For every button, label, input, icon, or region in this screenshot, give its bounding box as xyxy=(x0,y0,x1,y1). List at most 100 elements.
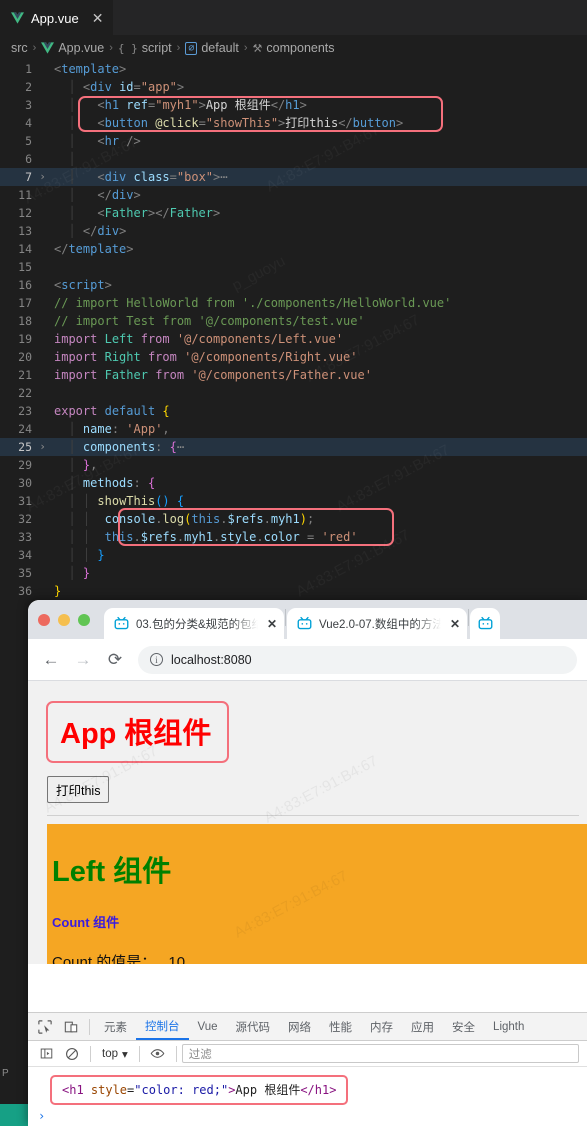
site-info-icon[interactable]: i xyxy=(150,653,163,666)
breadcrumb-item-appvue[interactable]: App.vue xyxy=(41,41,104,55)
code-line[interactable]: 13 │ </div> xyxy=(0,222,587,240)
editor-tab-app-vue[interactable]: App.vue ✕ xyxy=(0,0,114,35)
breadcrumb-label: default xyxy=(201,41,239,55)
breadcrumb-item-default[interactable]: ∅ default xyxy=(185,41,239,55)
close-icon[interactable]: ✕ xyxy=(450,617,460,631)
code-line[interactable]: 34 │ │ } xyxy=(0,546,587,564)
code-line[interactable]: 23 export default { xyxy=(0,402,587,420)
inspect-element-icon[interactable] xyxy=(32,1014,58,1040)
code-line[interactable]: 19 import Left from '@/components/Left.vu… xyxy=(0,330,587,348)
code-line[interactable]: 16 <script> xyxy=(0,276,587,294)
line-number: 25 xyxy=(18,440,32,454)
breadcrumb[interactable]: src › App.vue › { } script › ∅ default › xyxy=(0,36,587,60)
breadcrumb-item-script[interactable]: { } script xyxy=(118,41,172,55)
code-line[interactable]: 18 // import Test from '@/components/test… xyxy=(0,312,587,330)
divider xyxy=(47,815,579,816)
console-context-selector[interactable]: top ▾ xyxy=(96,1047,134,1061)
devtools-tab-console[interactable]: 控制台 xyxy=(136,1013,189,1040)
line-number: 6 xyxy=(25,152,32,166)
wrench-icon: ⚒ xyxy=(252,42,263,55)
devtools-tab-elements[interactable]: 元素 xyxy=(95,1013,136,1040)
page-viewport: App 根组件 打印this Left 组件 Count 组件 Count 的值… xyxy=(28,681,587,964)
devtools-tab-performance[interactable]: 性能 xyxy=(320,1013,361,1040)
code-line[interactable]: 11 │ </div> xyxy=(0,186,587,204)
console-prompt[interactable]: › xyxy=(28,1105,587,1123)
browser-tab-1[interactable]: 03.包的分类&规范的包结构_哔 ✕ xyxy=(104,608,284,639)
line-number: 15 xyxy=(18,260,32,274)
code-line[interactable]: 22 xyxy=(0,384,587,402)
code-line[interactable]: 33 │ │ this.$refs.myh1.style.color = 're… xyxy=(0,528,587,546)
maximize-window-button[interactable] xyxy=(78,614,90,626)
status-bar[interactable] xyxy=(0,1104,28,1126)
code-line-text: <script> xyxy=(54,278,112,292)
code-line[interactable]: 12 │ <Father></Father> xyxy=(0,204,587,222)
browser-tab-3[interactable] xyxy=(470,608,500,639)
live-expression-icon[interactable] xyxy=(145,1041,171,1067)
code-editor-area[interactable]: 1 <template> 2 │ <div id="app"> 3 │ <h1 ref… xyxy=(0,60,587,600)
code-line-text: │ name: 'App', xyxy=(68,422,170,436)
devtools-tab-vue[interactable]: Vue xyxy=(189,1013,227,1040)
code-line-text: } xyxy=(54,584,62,598)
line-number: 36 xyxy=(18,584,32,598)
close-icon[interactable]: ✕ xyxy=(92,11,104,25)
close-window-button[interactable] xyxy=(38,614,50,626)
devtools-tab-network[interactable]: 网络 xyxy=(279,1013,320,1040)
line-number: 30 xyxy=(18,476,32,490)
code-line[interactable]: 35 │ } xyxy=(0,564,587,582)
code-line[interactable]: 20 import Right from '@/components/Right.… xyxy=(0,348,587,366)
tab-divider xyxy=(468,608,469,626)
code-line-text: │ } xyxy=(68,566,91,580)
code-line[interactable]: 2 │ <div id="app"> xyxy=(0,78,587,96)
browser-tab-2[interactable]: Vue2.0-07.数组中的方法 - son ✕ xyxy=(287,608,467,639)
fold-chevron-icon[interactable]: › xyxy=(34,168,51,186)
line-number: 34 xyxy=(18,548,32,562)
console-output[interactable]: <h1 style="color: red;">App 根组件</h1> › C… xyxy=(28,1067,587,1126)
forward-button[interactable]: → xyxy=(70,647,96,673)
window-controls[interactable] xyxy=(38,614,90,639)
reload-button[interactable]: ⟳ xyxy=(102,647,128,673)
code-line[interactable]: 32 │ │ console.log(this.$refs.myh1); xyxy=(0,510,587,528)
code-line-text: │ </div> xyxy=(68,188,141,202)
close-icon[interactable]: ✕ xyxy=(267,617,277,631)
back-button[interactable]: ← xyxy=(38,647,64,673)
code-line[interactable]: 4 │ <button @click="showThis">打印this</bu… xyxy=(0,114,587,132)
console-filter-input[interactable]: 过滤 xyxy=(181,1044,579,1063)
divider xyxy=(89,1018,90,1035)
url-text: localhost:8080 xyxy=(171,652,252,667)
code-line[interactable]: 15 xyxy=(0,258,587,276)
console-sidebar-icon[interactable] xyxy=(33,1041,59,1067)
browser-tab-strip: 03.包的分类&规范的包结构_哔 ✕ Vue2.0-07.数组中的方法 - so… xyxy=(28,600,587,639)
code-line[interactable]: 17 // import HelloWorld from './component… xyxy=(0,294,587,312)
code-line[interactable]: 24 │ name: 'App', xyxy=(0,420,587,438)
devtools-tab-sources[interactable]: 源代码 xyxy=(227,1013,280,1040)
devtools-tab-lighthouse[interactable]: Lighth xyxy=(484,1013,533,1040)
minimize-window-button[interactable] xyxy=(58,614,70,626)
code-line[interactable]: 21 import Father from '@/components/Fathe… xyxy=(0,366,587,384)
code-line[interactable]: 36} xyxy=(0,582,587,600)
code-line[interactable]: 7 › │ <div class="box">⋯ xyxy=(0,168,587,186)
code-line[interactable]: 31 │ │ showThis() { xyxy=(0,492,587,510)
code-line[interactable]: 25 › │ components: {⋯ xyxy=(0,438,587,456)
code-line[interactable]: 14 </template> xyxy=(0,240,587,258)
fold-chevron-icon[interactable]: › xyxy=(34,438,51,456)
clear-console-icon[interactable] xyxy=(59,1041,85,1067)
code-line[interactable]: 1 <template> xyxy=(0,60,587,78)
print-this-button[interactable]: 打印this xyxy=(47,776,110,803)
chevron-down-icon: ▾ xyxy=(122,1048,128,1061)
code-line[interactable]: 3 │ <h1 ref="myh1">App 根组件</h1> xyxy=(0,96,587,114)
address-bar[interactable]: i localhost:8080 xyxy=(138,645,577,674)
code-line-text: │ <div id="app"> xyxy=(68,80,185,94)
device-toolbar-icon[interactable] xyxy=(58,1014,84,1040)
code-line[interactable]: 29 │ }, xyxy=(0,456,587,474)
devtools-tab-memory[interactable]: 内存 xyxy=(361,1013,402,1040)
code-line[interactable]: 5 │ <hr /> xyxy=(0,132,587,150)
devtools-tab-security[interactable]: 安全 xyxy=(443,1013,484,1040)
line-number: 1 xyxy=(25,62,32,76)
breadcrumb-item-src[interactable]: src xyxy=(11,41,28,55)
line-number: 21 xyxy=(18,368,32,382)
code-line[interactable]: 30 │ methods: { xyxy=(0,474,587,492)
breadcrumb-item-components[interactable]: ⚒ components xyxy=(253,41,335,55)
devtools-tab-application[interactable]: 应用 xyxy=(402,1013,443,1040)
line-number: 2 xyxy=(25,80,32,94)
code-line[interactable]: 6 │ xyxy=(0,150,587,168)
